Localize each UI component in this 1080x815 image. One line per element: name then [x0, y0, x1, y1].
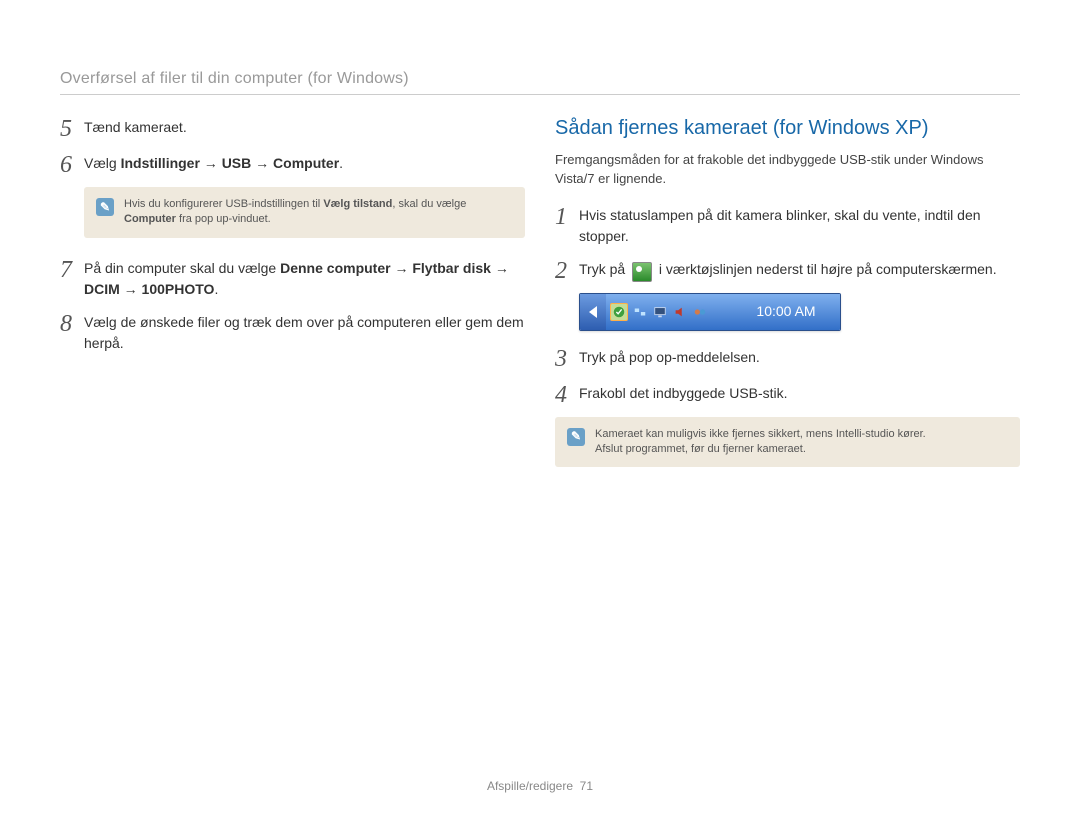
- header-divider: [60, 94, 1020, 95]
- content-columns: 5 Tænd kameraet. 6 Vælg Indstillinger → …: [60, 115, 1020, 485]
- step-number: 1: [555, 203, 579, 229]
- step-number: 7: [60, 256, 84, 282]
- page-footer: Afspille/redigere 71: [0, 779, 1080, 793]
- note-l1b: Vælg tilstand: [323, 198, 392, 210]
- note-text: Kameraet kan muligvis ikke fjernes sikke…: [595, 427, 926, 458]
- step-text: Vælg Indstillinger → USB → Computer.: [84, 151, 525, 174]
- note-l1a: Hvis du konfigurerer USB-indstillingen t…: [124, 198, 323, 210]
- note-l1c: , skal du vælge: [392, 198, 466, 210]
- section-intro: Fremgangsmåden for at frakoble det indby…: [555, 151, 1020, 189]
- step2-prefix: Tryk på: [579, 261, 629, 277]
- right-step-4: 4 Frakobl det indbyggede USB-stik.: [555, 381, 1020, 407]
- step6-suffix: .: [339, 155, 343, 171]
- note-r1: Kameraet kan muligvis ikke fjernes sikke…: [595, 428, 926, 440]
- step6-bold: Indstillinger → USB → Computer: [121, 155, 340, 171]
- network-tray-icon: [632, 304, 648, 320]
- step-number: 5: [60, 115, 84, 141]
- safely-remove-tray-icon[interactable]: [610, 303, 628, 321]
- page-header-title: Overførsel af filer til din computer (fo…: [60, 70, 1020, 88]
- left-column: 5 Tænd kameraet. 6 Vælg Indstillinger → …: [60, 115, 525, 485]
- chevron-left-icon: [589, 306, 597, 318]
- safely-remove-icon: [632, 262, 652, 282]
- step-7: 7 På din computer skal du vælge Denne co…: [60, 256, 525, 300]
- tray-expand-arrow: [580, 294, 606, 330]
- step-text: Tryk på i værktøjslinjen nederst til høj…: [579, 257, 1020, 280]
- tray-icons-area: [606, 294, 732, 330]
- step6-prefix: Vælg: [84, 155, 121, 171]
- note-icon: ✎: [96, 198, 114, 216]
- step-text: Hvis statuslampen på dit kamera blinker,…: [579, 203, 1020, 247]
- step-text: Tryk på pop op-meddelelsen.: [579, 345, 1020, 368]
- step-text: Frakobl det indbyggede USB-stik.: [579, 381, 1020, 404]
- step-number: 3: [555, 345, 579, 371]
- step-number: 8: [60, 310, 84, 336]
- note-l2a: Computer: [124, 213, 176, 225]
- note-r2: Afslut programmet, før du fjerner kamera…: [595, 443, 806, 455]
- step-8: 8 Vælg de ønskede filer og træk dem over…: [60, 310, 525, 354]
- volume-tray-icon: [672, 304, 688, 320]
- section-heading: Sådan fjernes kameraet (for Windows XP): [555, 113, 1020, 143]
- footer-section: Afspille/redigere: [487, 779, 573, 793]
- note-l2b: fra pop up-vinduet.: [176, 213, 271, 225]
- step-6: 6 Vælg Indstillinger → USB → Computer.: [60, 151, 525, 177]
- step-number: 4: [555, 381, 579, 407]
- step-text: Vælg de ønskede filer og træk dem over p…: [84, 310, 525, 354]
- note-box-left: ✎ Hvis du konfigurerer USB-indstillingen…: [84, 187, 525, 238]
- step7-suffix: .: [214, 281, 218, 297]
- step-5: 5 Tænd kameraet.: [60, 115, 525, 141]
- system-clock: 10:00 AM: [732, 294, 840, 330]
- step-text: Tænd kameraet.: [84, 115, 525, 138]
- footer-page-number: 71: [580, 779, 593, 793]
- step7-prefix: På din computer skal du vælge: [84, 260, 280, 276]
- step2-suffix: i værktøjslinjen nederst til højre på co…: [655, 261, 997, 277]
- note-box-right: ✎ Kameraet kan muligvis ikke fjernes sik…: [555, 417, 1020, 468]
- step-number: 2: [555, 257, 579, 283]
- windows-xp-system-tray: 10:00 AM: [579, 293, 841, 331]
- generic-tray-icon: [692, 304, 708, 320]
- step-text: På din computer skal du vælge Denne comp…: [84, 256, 525, 300]
- right-step-2: 2 Tryk på i værktøjslinjen nederst til h…: [555, 257, 1020, 283]
- right-step-3: 3 Tryk på pop op-meddelelsen.: [555, 345, 1020, 371]
- note-text: Hvis du konfigurerer USB-indstillingen t…: [124, 197, 466, 228]
- right-column: Sådan fjernes kameraet (for Windows XP) …: [555, 115, 1020, 485]
- display-tray-icon: [652, 304, 668, 320]
- step-number: 6: [60, 151, 84, 177]
- right-step-1: 1 Hvis statuslampen på dit kamera blinke…: [555, 203, 1020, 247]
- note-icon: ✎: [567, 428, 585, 446]
